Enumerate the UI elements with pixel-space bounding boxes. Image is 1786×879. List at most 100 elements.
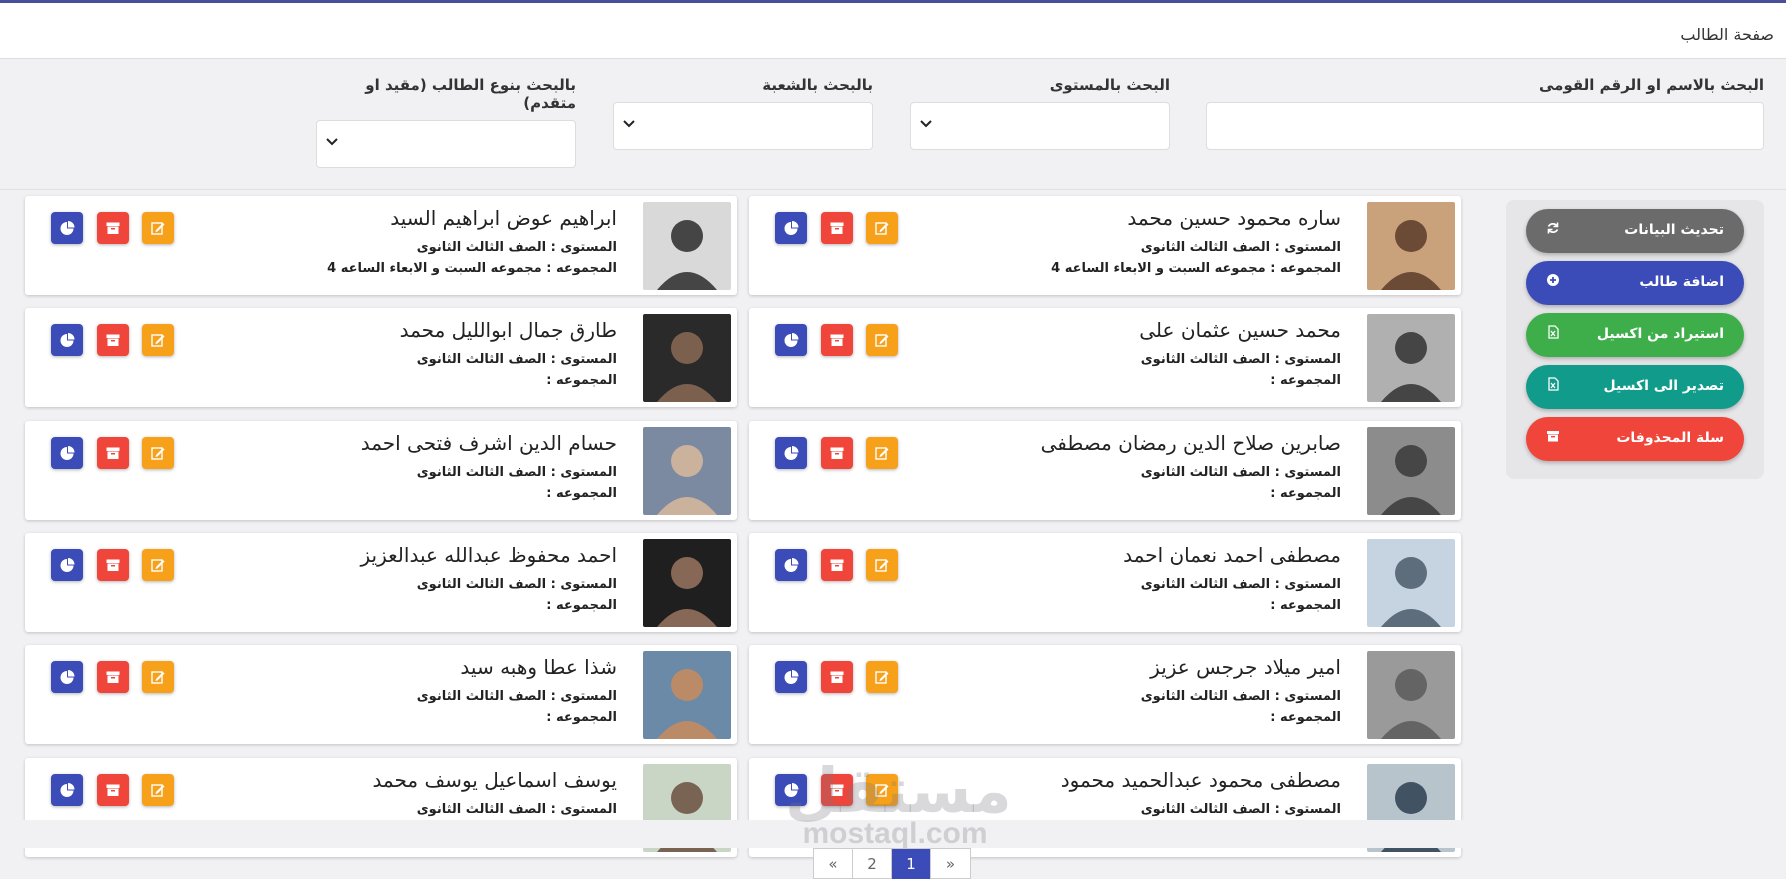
edit-icon — [875, 334, 889, 347]
delete-button[interactable] — [97, 549, 129, 581]
delete-button[interactable] — [821, 549, 853, 581]
statistics-button[interactable] — [51, 324, 83, 356]
pagination-page-1[interactable]: 1 — [892, 849, 931, 879]
name-search-input[interactable] — [1207, 103, 1763, 149]
delete-button[interactable] — [821, 212, 853, 244]
student-level: المستوى : الصف الثالث الثانوى — [1140, 802, 1341, 817]
student-card: محمد حسين عثمان على المستوى : الصف الثال… — [749, 308, 1461, 407]
student-level: المستوى : الصف الثالث الثانوى — [1140, 577, 1341, 592]
archive-icon — [106, 334, 120, 346]
edit-icon — [151, 334, 165, 347]
statistics-button[interactable] — [51, 774, 83, 806]
edit-button[interactable] — [866, 437, 898, 469]
statistics-button[interactable] — [775, 661, 807, 693]
student-card: حسام الدين اشرف فتحى احمد المستوى : الصف… — [25, 421, 737, 520]
student-level: المستوى : الصف الثالث الثانوى — [1140, 240, 1341, 255]
edit-icon — [875, 559, 889, 572]
pagination-next[interactable]: » — [931, 849, 970, 879]
student-level: المستوى : الصف الثالث الثانوى — [1140, 465, 1341, 480]
statistics-button[interactable] — [775, 212, 807, 244]
student-name: يوسف اسماعيل يوسف محمد — [372, 768, 617, 792]
edit-button[interactable] — [142, 212, 174, 244]
type-select[interactable] — [316, 120, 576, 168]
export-excel-label: تصدير الى اكسيل — [1603, 378, 1724, 394]
refresh-data-button[interactable]: تحديث البيانات — [1526, 209, 1744, 253]
student-group: المجموعه : — [1270, 710, 1341, 725]
add-student-button[interactable]: اضافة طالب — [1526, 261, 1744, 305]
trash-bin-button[interactable]: سلة المحذوفات — [1526, 417, 1744, 461]
statistics-button[interactable] — [51, 549, 83, 581]
edit-icon — [151, 784, 165, 797]
plus-circle-icon — [1547, 274, 1559, 286]
delete-button[interactable] — [821, 324, 853, 356]
student-name: حسام الدين اشرف فتحى احمد — [360, 431, 617, 455]
delete-button[interactable] — [97, 437, 129, 469]
student-group: المجموعه : — [1270, 486, 1341, 501]
edit-icon — [151, 671, 165, 684]
student-photo — [1367, 314, 1455, 402]
trash-bin-label: سلة المحذوفات — [1616, 430, 1724, 446]
student-name: امير ميلاد جرجس عزيز — [1150, 655, 1341, 679]
archive-icon — [830, 334, 844, 346]
student-card: ابراهيم عوض ابراهيم السيد المستوى : الصف… — [25, 196, 737, 295]
pagination-page-2[interactable]: 2 — [853, 849, 892, 879]
refresh-data-label: تحديث البيانات — [1624, 222, 1724, 238]
division-filter-label: بالبحث بالشعبة — [762, 76, 873, 94]
edit-button[interactable] — [142, 661, 174, 693]
list-clip — [0, 820, 1500, 848]
statistics-button[interactable] — [775, 324, 807, 356]
edit-button[interactable] — [866, 324, 898, 356]
delete-button[interactable] — [97, 212, 129, 244]
page-header: صفحة الطالب — [0, 3, 1786, 59]
edit-button[interactable] — [866, 774, 898, 806]
statistics-button[interactable] — [51, 437, 83, 469]
delete-button[interactable] — [97, 774, 129, 806]
statistics-button[interactable] — [51, 661, 83, 693]
student-group: المجموعه : — [546, 486, 617, 501]
pagination-prev[interactable]: « — [814, 849, 853, 879]
delete-button[interactable] — [821, 774, 853, 806]
student-group: المجموعه : — [1270, 373, 1341, 388]
statistics-button[interactable] — [51, 212, 83, 244]
student-level: المستوى : الصف الثالث الثانوى — [416, 689, 617, 704]
student-photo — [1367, 651, 1455, 739]
edit-button[interactable] — [866, 661, 898, 693]
statistics-button[interactable] — [775, 549, 807, 581]
student-photo — [643, 651, 731, 739]
statistics-button[interactable] — [775, 774, 807, 806]
edit-button[interactable] — [142, 774, 174, 806]
division-select[interactable] — [613, 102, 873, 150]
edit-icon — [875, 671, 889, 684]
edit-button[interactable] — [142, 549, 174, 581]
export-excel-button[interactable]: تصدير الى اكسيل — [1526, 365, 1744, 409]
import-excel-button[interactable]: استيراد من اكسيل — [1526, 313, 1744, 357]
pie-chart-icon — [60, 670, 75, 684]
name-search-filter: البحث بالاسم او الرقم القومى — [1206, 76, 1764, 150]
pie-chart-icon — [784, 558, 799, 572]
edit-button[interactable] — [142, 437, 174, 469]
student-photo — [643, 427, 731, 515]
chevron-down-icon — [326, 138, 338, 146]
delete-button[interactable] — [97, 661, 129, 693]
filters-panel: البحث بالاسم او الرقم القومى البحث بالمس… — [0, 60, 1786, 190]
level-select[interactable] — [910, 102, 1170, 150]
archive-icon — [830, 671, 844, 683]
edit-button[interactable] — [866, 549, 898, 581]
student-group: المجموعه : مجموعه السبت و الابعاء الساعه… — [327, 261, 617, 276]
archive-icon — [106, 222, 120, 234]
chevron-down-icon — [623, 120, 635, 128]
student-name: مصطفى احمد نعمان احمد — [1123, 543, 1341, 567]
student-level: المستوى : الصف الثالث الثانوى — [416, 802, 617, 817]
statistics-button[interactable] — [775, 437, 807, 469]
edit-button[interactable] — [866, 212, 898, 244]
edit-icon — [151, 447, 165, 460]
delete-button[interactable] — [97, 324, 129, 356]
student-name: ساره محمود حسين محمد — [1127, 206, 1341, 230]
student-card: احمد محفوظ عبدالله عبدالعزيز المستوى : ا… — [25, 533, 737, 632]
student-level: المستوى : الصف الثالث الثانوى — [416, 465, 617, 480]
edit-icon — [875, 447, 889, 460]
delete-button[interactable] — [821, 661, 853, 693]
edit-button[interactable] — [142, 324, 174, 356]
delete-button[interactable] — [821, 437, 853, 469]
student-card: مصطفى احمد نعمان احمد المستوى : الصف الث… — [749, 533, 1461, 632]
